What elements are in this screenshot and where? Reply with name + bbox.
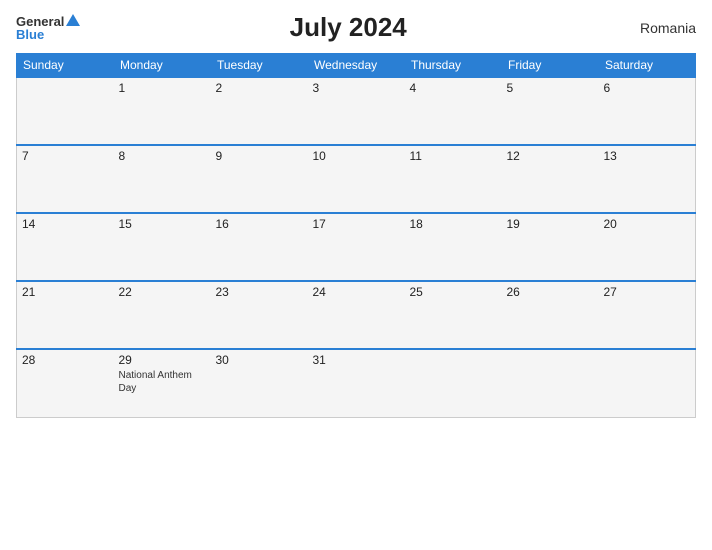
table-row: 8	[114, 145, 211, 213]
header-saturday: Saturday	[599, 54, 696, 78]
table-row: 24	[308, 281, 405, 349]
day-number: 23	[216, 285, 303, 299]
table-row: 10	[308, 145, 405, 213]
day-number: 20	[604, 217, 691, 231]
table-row: 19	[502, 213, 599, 281]
header: General Blue July 2024 Romania	[16, 12, 696, 43]
table-row: 2	[211, 77, 308, 145]
table-row: 14	[17, 213, 114, 281]
logo-triangle-icon	[66, 14, 80, 26]
table-row	[17, 77, 114, 145]
table-row	[599, 349, 696, 417]
logo-blue: Blue	[16, 28, 44, 41]
day-number: 18	[410, 217, 497, 231]
country-label: Romania	[616, 20, 696, 36]
table-row: 28	[17, 349, 114, 417]
day-number: 15	[119, 217, 206, 231]
calendar-week-row: 21 22 23 24 25 26 27	[17, 281, 696, 349]
table-row: 15	[114, 213, 211, 281]
calendar-week-row: 28 29 National Anthem Day 30 31	[17, 349, 696, 417]
table-row: 31	[308, 349, 405, 417]
day-number: 13	[604, 149, 691, 163]
table-row: 25	[405, 281, 502, 349]
day-number: 30	[216, 353, 303, 367]
table-row: 6	[599, 77, 696, 145]
day-number: 28	[22, 353, 109, 367]
logo-general: General	[16, 15, 64, 28]
header-thursday: Thursday	[405, 54, 502, 78]
header-monday: Monday	[114, 54, 211, 78]
table-row: 29 National Anthem Day	[114, 349, 211, 417]
table-row: 13	[599, 145, 696, 213]
table-row: 18	[405, 213, 502, 281]
day-number: 25	[410, 285, 497, 299]
table-row	[405, 349, 502, 417]
day-number: 2	[216, 81, 303, 95]
header-friday: Friday	[502, 54, 599, 78]
table-row	[502, 349, 599, 417]
calendar-table: Sunday Monday Tuesday Wednesday Thursday…	[16, 53, 696, 418]
weekday-header-row: Sunday Monday Tuesday Wednesday Thursday…	[17, 54, 696, 78]
table-row: 22	[114, 281, 211, 349]
calendar-title: July 2024	[80, 12, 616, 43]
header-tuesday: Tuesday	[211, 54, 308, 78]
table-row: 21	[17, 281, 114, 349]
event-label: National Anthem Day	[119, 369, 206, 395]
table-row: 16	[211, 213, 308, 281]
table-row: 26	[502, 281, 599, 349]
table-row: 11	[405, 145, 502, 213]
day-number: 19	[507, 217, 594, 231]
day-number: 14	[22, 217, 109, 231]
logo: General Blue	[16, 14, 80, 41]
header-sunday: Sunday	[17, 54, 114, 78]
table-row: 1	[114, 77, 211, 145]
table-row: 3	[308, 77, 405, 145]
day-number: 5	[507, 81, 594, 95]
table-row: 27	[599, 281, 696, 349]
table-row: 17	[308, 213, 405, 281]
day-number: 12	[507, 149, 594, 163]
table-row: 7	[17, 145, 114, 213]
calendar-page: General Blue July 2024 Romania Sunday Mo…	[0, 0, 712, 550]
table-row: 23	[211, 281, 308, 349]
table-row: 9	[211, 145, 308, 213]
header-wednesday: Wednesday	[308, 54, 405, 78]
day-number: 24	[313, 285, 400, 299]
day-number: 17	[313, 217, 400, 231]
day-number: 22	[119, 285, 206, 299]
day-number: 27	[604, 285, 691, 299]
day-number: 9	[216, 149, 303, 163]
calendar-week-row: 789 10 11 12 13	[17, 145, 696, 213]
day-number: 3	[313, 81, 400, 95]
day-number: 10	[313, 149, 400, 163]
calendar-week-row: 123456	[17, 77, 696, 145]
day-number: 26	[507, 285, 594, 299]
table-row: 4	[405, 77, 502, 145]
table-row: 12	[502, 145, 599, 213]
day-number: 29	[119, 353, 206, 367]
day-number: 16	[216, 217, 303, 231]
day-number: 1	[119, 81, 206, 95]
day-number: 31	[313, 353, 400, 367]
day-number: 21	[22, 285, 109, 299]
calendar-week-row: 14 15 16 17 18 19 20	[17, 213, 696, 281]
day-number: 11	[410, 149, 497, 163]
table-row: 5	[502, 77, 599, 145]
table-row: 30	[211, 349, 308, 417]
day-number: 7	[22, 149, 109, 163]
day-number: 4	[410, 81, 497, 95]
day-number: 6	[604, 81, 691, 95]
day-number: 8	[119, 149, 206, 163]
table-row: 20	[599, 213, 696, 281]
